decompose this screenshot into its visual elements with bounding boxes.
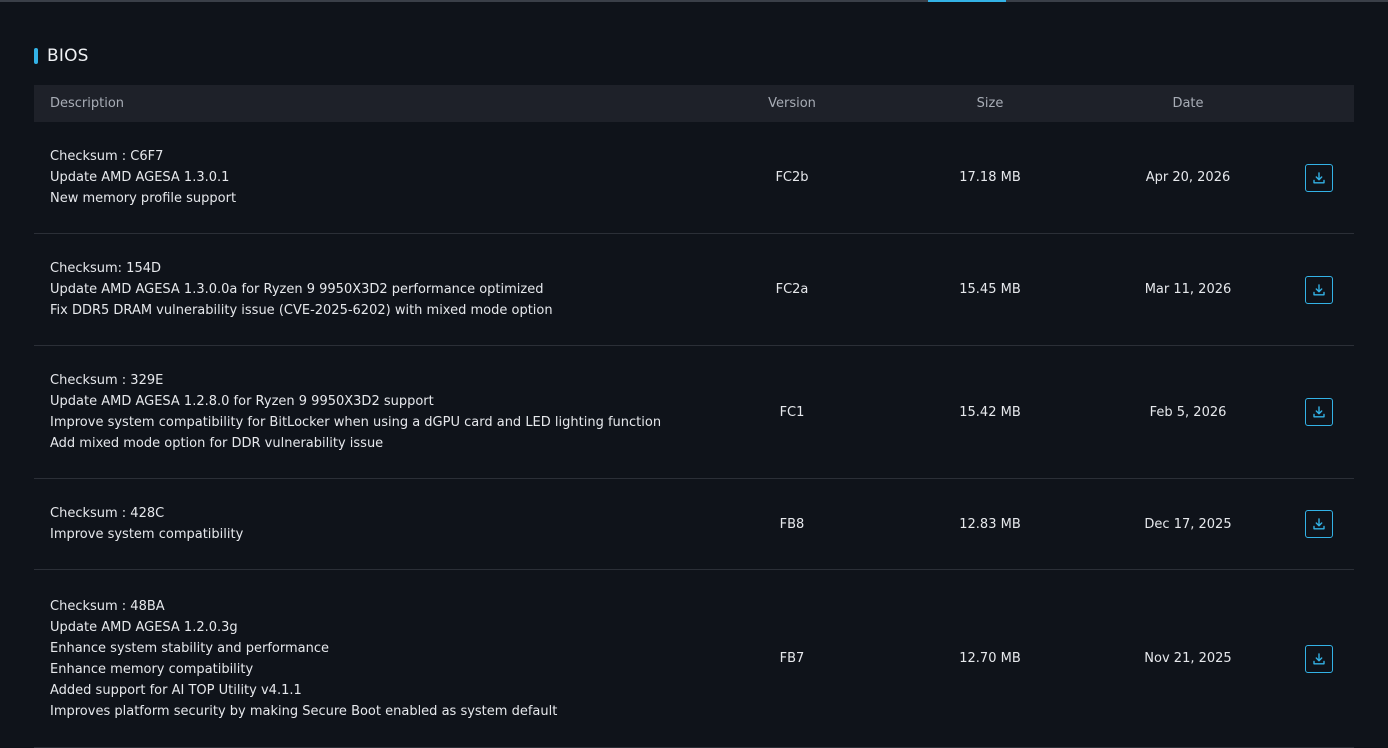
description-line: Checksum : 329E [50,373,164,388]
cell-description: Checksum : 428C Improve system compatibil… [34,503,726,545]
description-line: Checksum : C6F7 [50,149,164,164]
description-lines: Checksum : 428C Improve system compatibil… [50,503,726,545]
header-version: Version [768,96,816,111]
cell-version: FC1 [779,404,805,420]
description-line: New memory profile support [50,191,237,206]
description-lines: Checksum : 48BA Update AMD AGESA 1.2.0.3g… [50,596,726,722]
cell-action [1254,275,1354,304]
description-lines: Checksum : 329E Update AMD AGESA 1.2.8.0 … [50,370,726,454]
description-line: Checksum : 428C [50,506,165,521]
cell-version: FB7 [779,651,805,666]
cell-date: Mar 11, 2026 [1144,282,1232,297]
description-line: Update AMD AGESA 1.2.0.3g [50,619,238,635]
download-button[interactable] [1305,163,1333,192]
download-icon [1313,652,1325,664]
section-title: BIOS [47,46,89,66]
cell-description: Checksum : 329E Update AMD AGESA 1.2.8.0 … [34,370,726,454]
description-line: Fix DDR5 DRAM vulnerability issue (CVE-2… [50,303,553,318]
cell-version: FC2b [775,170,809,185]
cell-date: Feb 5, 2026 [1149,404,1227,420]
description-line: Update AMD AGESA 1.3.0.1 [50,170,230,185]
bios-table: Description Version Size Date Checksum :… [34,85,1354,748]
cell-size: 12.83 MB [959,516,1021,532]
download-icon [1313,171,1325,183]
description-line: Add mixed mode option for DDR vulnerabil… [50,436,384,451]
description-line: Checksum : 48BA [50,598,165,614]
description-line: Update AMD AGESA 1.2.8.0 for Ryzen 9 995… [50,394,434,409]
header-date: Date [1172,96,1204,111]
cell-version: FB8 [779,516,805,532]
header-size: Size [976,96,1004,111]
active-tab-indicator [928,0,1006,2]
description-line: Enhance memory compatibility [50,661,254,677]
section-heading: BIOS [34,44,89,68]
cell-date: Apr 20, 2026 [1145,170,1231,185]
table-body: Checksum : C6F7 Update AMD AGESA 1.3.0.1 N… [34,122,1354,748]
download-button[interactable] [1305,398,1333,426]
cell-description: Checksum: 154D Update AMD AGESA 1.3.0.0a … [34,258,726,321]
table-row: Checksum : 329E Update AMD AGESA 1.2.8.0 … [34,346,1354,479]
table-header: Description Version Size Date [34,85,1354,122]
table-row: Checksum: 154D Update AMD AGESA 1.3.0.0a … [34,234,1354,346]
cell-action [1254,644,1354,673]
cell-action [1254,163,1354,192]
top-divider [0,0,1388,2]
cell-date: Nov 21, 2025 [1144,651,1232,666]
table-row: Checksum : C6F7 Update AMD AGESA 1.3.0.1 N… [34,122,1354,234]
description-line: Improve system compatibility for BitLock… [50,415,662,430]
description-line: Checksum: 154D [50,261,162,276]
description-lines: Checksum: 154D Update AMD AGESA 1.3.0.0a … [50,258,726,321]
download-button[interactable] [1305,275,1333,304]
description-line: Enhance system stability and performance [50,640,329,656]
cell-description: Checksum : 48BA Update AMD AGESA 1.2.0.3g… [34,596,726,722]
description-lines: Checksum : C6F7 Update AMD AGESA 1.3.0.1 N… [50,146,726,209]
download-icon [1313,406,1325,418]
table-row: Checksum : 428C Improve system compatibil… [34,479,1354,570]
cell-description: Checksum : C6F7 Update AMD AGESA 1.3.0.1 N… [34,146,726,209]
download-button[interactable] [1305,510,1333,538]
description-line: Improve system compatibility [50,527,244,542]
description-line: Improves platform security by making Sec… [50,703,558,719]
cell-version: FC2a [775,282,809,297]
cell-action [1254,398,1354,426]
description-line: Added support for AI TOP Utility v4.1.1 [50,682,302,698]
cell-size: 17.18 MB [959,170,1021,185]
cell-date: Dec 17, 2025 [1144,516,1232,532]
table-row: Checksum : 48BA Update AMD AGESA 1.2.0.3g… [34,570,1354,748]
cell-size: 12.70 MB [959,651,1021,666]
heading-accent-bar [34,48,38,64]
description-line: Update AMD AGESA 1.3.0.0a for Ryzen 9 99… [50,282,544,297]
download-icon [1313,283,1325,295]
cell-size: 15.45 MB [959,282,1021,297]
download-icon [1313,518,1325,530]
cell-action [1254,510,1354,538]
cell-size: 15.42 MB [959,404,1021,420]
header-description: Description [50,96,125,111]
download-button[interactable] [1305,644,1333,673]
